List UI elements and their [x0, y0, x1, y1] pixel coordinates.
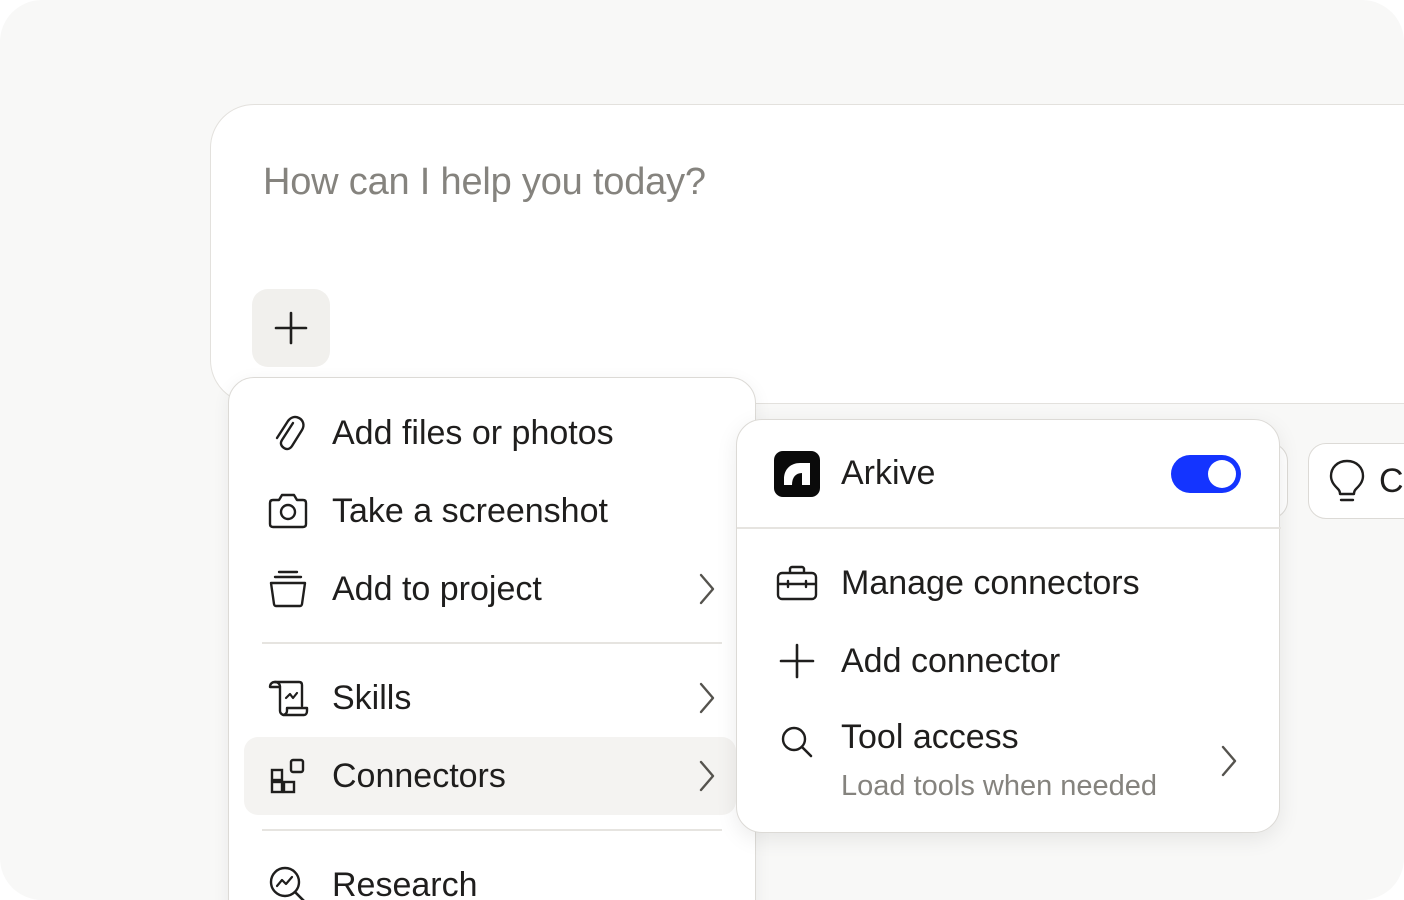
plus-icon [773, 637, 821, 685]
suggestion-chip[interactable]: C [1308, 443, 1404, 519]
toggle-knob [1208, 460, 1236, 488]
chevron-right-icon [692, 680, 722, 716]
menu-item-take-screenshot[interactable]: Take a screenshot [244, 472, 736, 550]
menu-divider [262, 829, 722, 831]
paperclip-icon [266, 411, 310, 455]
tool-access-label: Tool access [841, 718, 1019, 756]
menu-item-label: Skills [332, 678, 412, 717]
submenu-divider [737, 527, 1281, 529]
plus-icon [274, 311, 308, 345]
menu-item-label: Connectors [332, 756, 506, 795]
chevron-right-icon [692, 758, 722, 794]
arkive-logo [773, 450, 821, 498]
manage-connectors-item[interactable]: Manage connectors [737, 544, 1281, 622]
menu-item-label: Take a screenshot [332, 491, 608, 530]
add-content-menu: Add files or photos Take a screenshot Ad… [228, 377, 756, 900]
connectors-submenu: Arkive Manage connectors Add connector T… [736, 419, 1281, 833]
connector-row-arkive[interactable]: Arkive [737, 420, 1281, 527]
arkive-toggle[interactable] [1171, 455, 1241, 493]
menu-divider [262, 642, 722, 644]
menu-item-label: Research [332, 865, 478, 900]
menu-item-label: Add files or photos [332, 413, 614, 452]
tool-access-item[interactable]: Tool access Load tools when needed [737, 700, 1281, 820]
research-icon [266, 863, 310, 900]
add-connector-label: Add connector [841, 641, 1061, 680]
manage-connectors-label: Manage connectors [841, 563, 1140, 602]
search-icon [773, 718, 821, 766]
chat-composer[interactable]: How can I help you today? [210, 104, 1404, 404]
menu-item-connectors[interactable]: Connectors [244, 737, 736, 815]
lightbulb-icon [1329, 459, 1365, 502]
scroll-icon [266, 676, 310, 720]
app-frame: How can I help you today? C Add files or… [0, 0, 1404, 900]
camera-icon [266, 489, 310, 533]
add-content-button[interactable] [252, 289, 330, 367]
add-connector-item[interactable]: Add connector [737, 622, 1281, 700]
menu-item-label: Add to project [332, 569, 542, 608]
suggestion-chip-label: C [1379, 461, 1404, 500]
menu-item-research[interactable]: Research [244, 846, 736, 900]
connectors-icon [266, 754, 310, 798]
composer-placeholder[interactable]: How can I help you today? [263, 161, 706, 204]
project-stack-icon [266, 567, 310, 611]
chevron-right-icon [1219, 744, 1239, 778]
menu-item-skills[interactable]: Skills [244, 659, 736, 737]
chevron-right-icon [692, 571, 722, 607]
toolbox-icon [773, 559, 821, 607]
connector-name: Arkive [841, 454, 936, 492]
tool-access-description: Load tools when needed [841, 770, 1158, 802]
menu-item-add-files[interactable]: Add files or photos [244, 394, 736, 472]
menu-item-add-to-project[interactable]: Add to project [244, 550, 736, 628]
